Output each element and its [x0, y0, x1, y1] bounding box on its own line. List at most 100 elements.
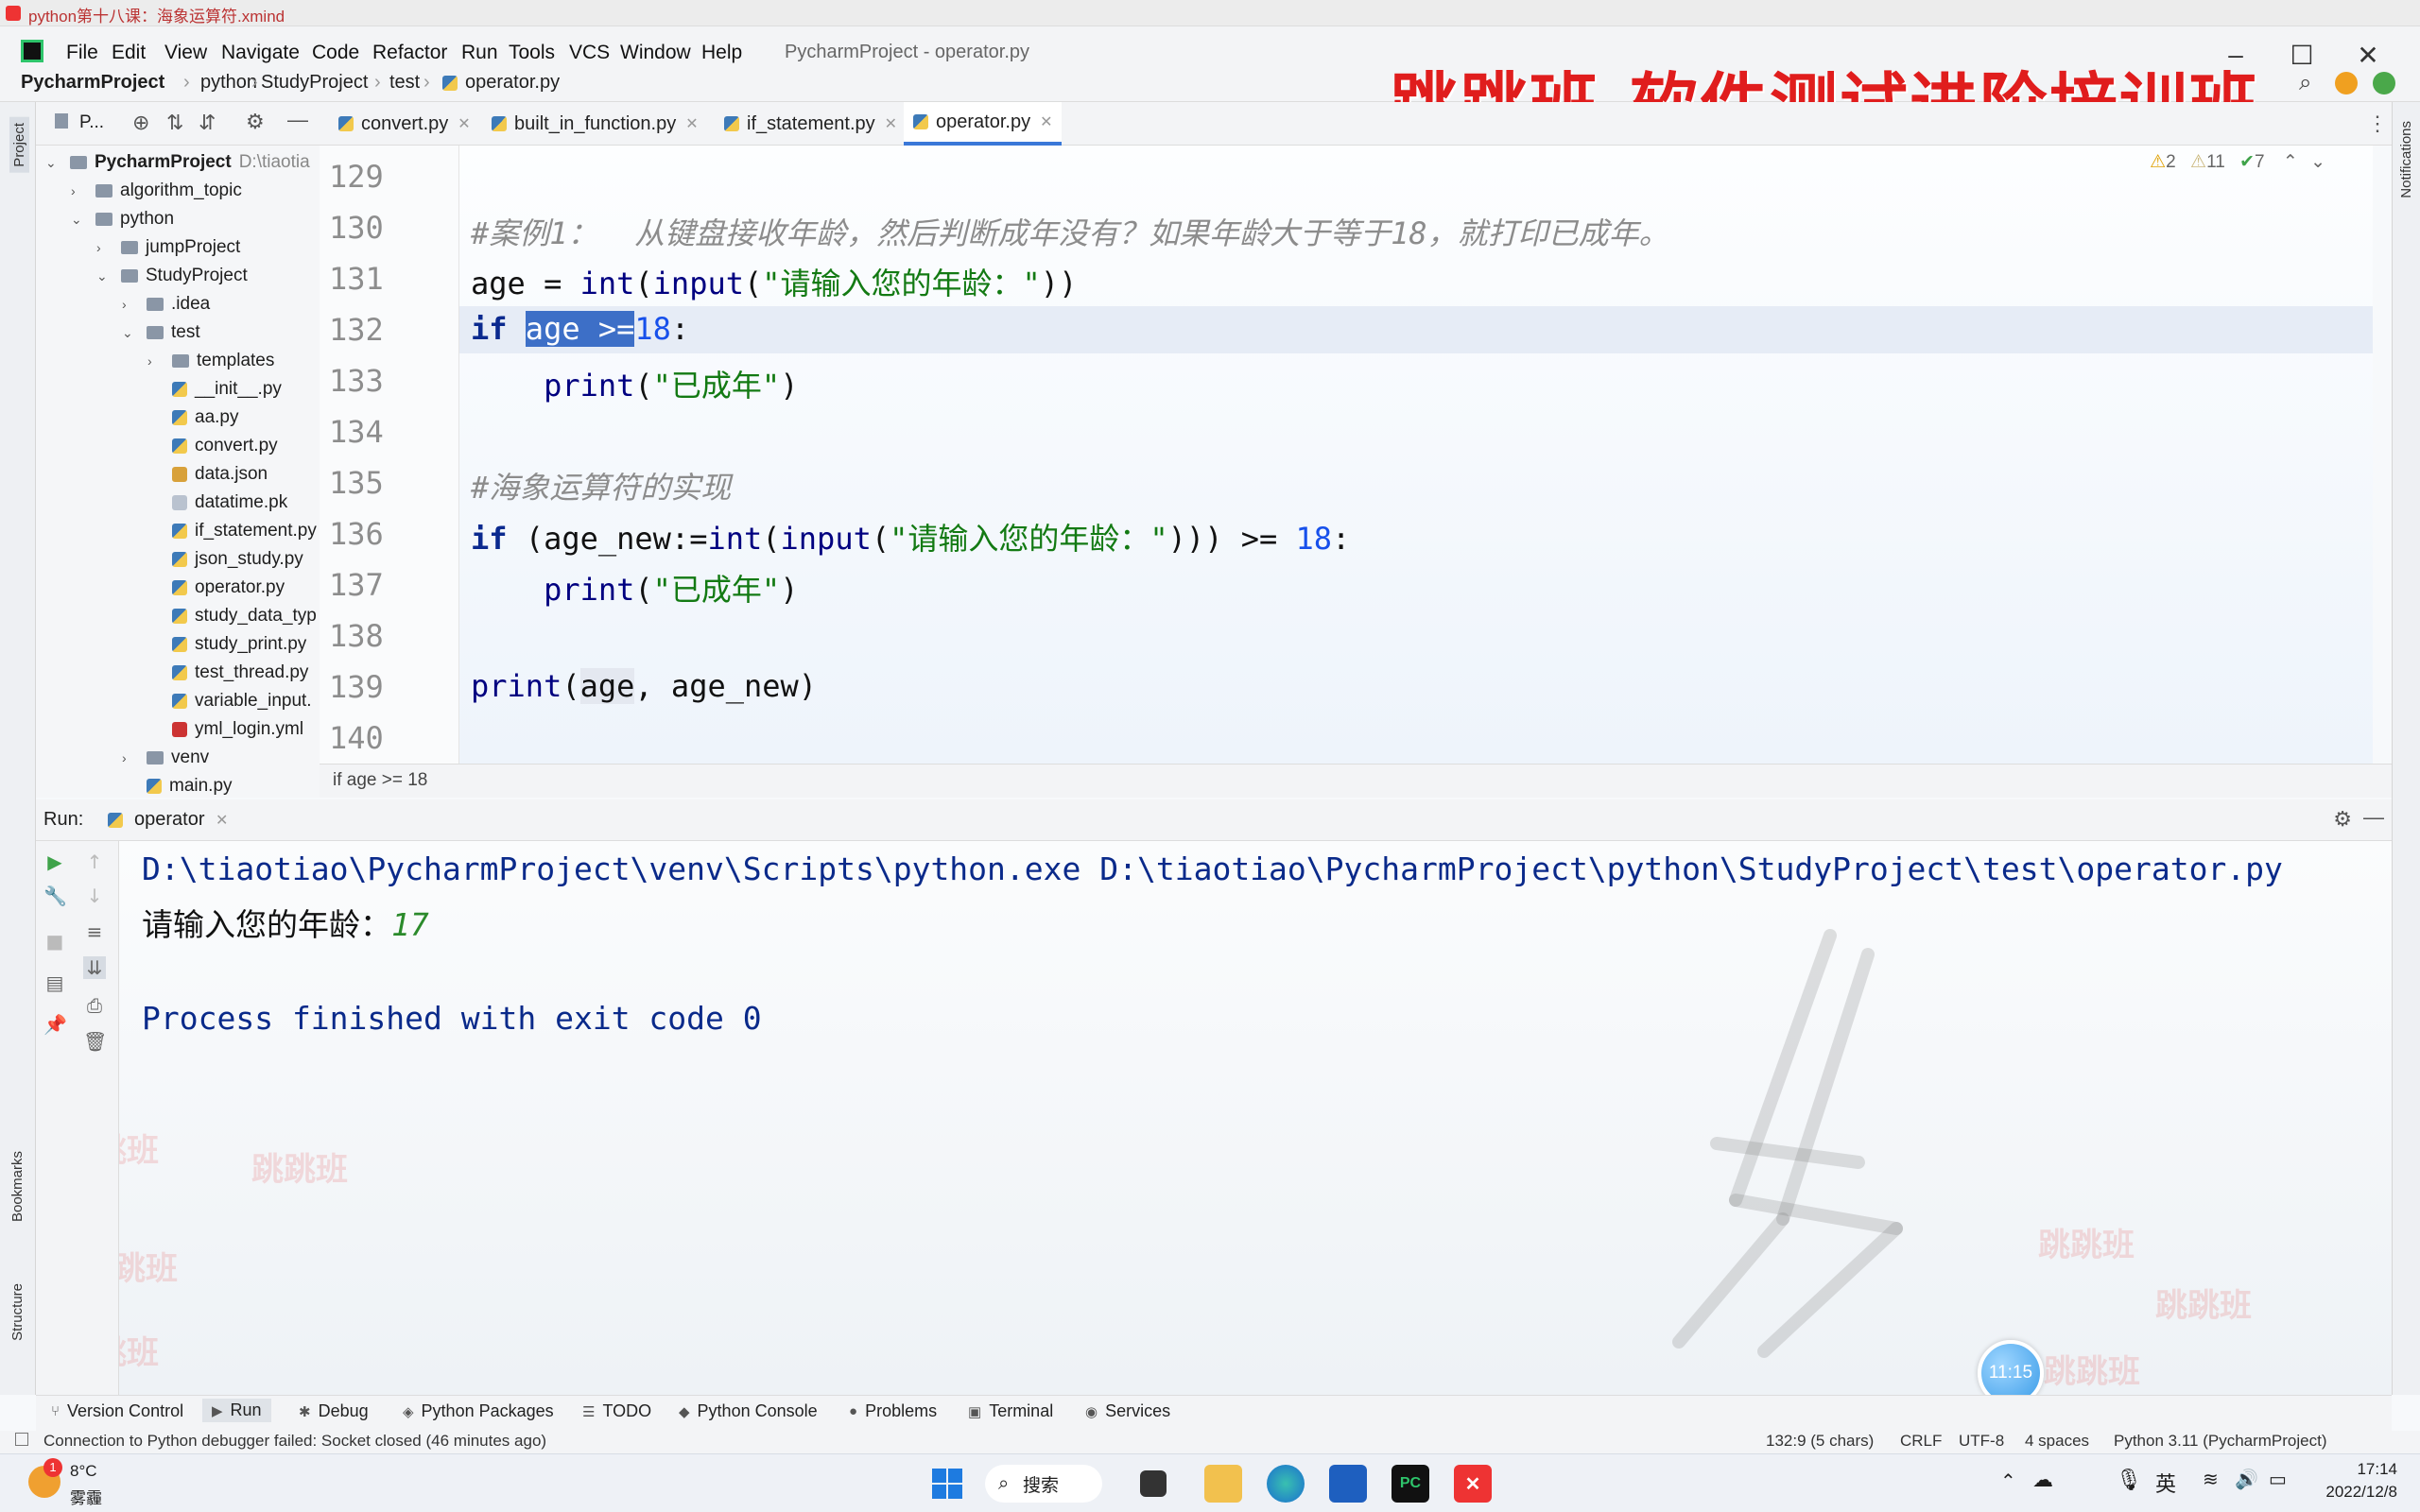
menu-navigate[interactable]: Navigate: [221, 42, 300, 64]
tab-version-control[interactable]: ⑂ Version Control: [51, 1401, 183, 1421]
tree-item[interactable]: study_print.py: [147, 630, 306, 659]
nav-crumb-studyproject[interactable]: StudyProject: [261, 72, 368, 94]
tab-todo[interactable]: ☰ TODO: [582, 1401, 651, 1421]
tab-services[interactable]: ◉ Services: [1085, 1401, 1170, 1421]
indent-setting[interactable]: 4 spaces: [2025, 1432, 2089, 1451]
chevron-down-icon[interactable]: ⌄: [2310, 152, 2325, 172]
chevron-right-icon[interactable]: ›: [122, 750, 135, 765]
store-icon[interactable]: [1329, 1465, 1367, 1503]
layout-icon[interactable]: ▤: [43, 971, 66, 994]
inspection-widget[interactable]: ⚠2 ⚠11 ✔7 ⌃ ⌄: [2150, 151, 2325, 173]
tree-item[interactable]: › .idea: [122, 290, 210, 318]
file-encoding[interactable]: UTF-8: [1959, 1432, 2004, 1451]
chevron-right-icon[interactable]: ›: [71, 183, 84, 198]
menu-vcs[interactable]: VCS: [569, 42, 610, 64]
notifications-tool-button[interactable]: Notifications: [2398, 121, 2414, 198]
more-tabs-icon[interactable]: ⋮: [2367, 112, 2388, 136]
taskbar-search[interactable]: ⌕ 搜索: [985, 1465, 1102, 1503]
tree-item[interactable]: ⌄ StudyProject: [96, 262, 248, 290]
menu-help[interactable]: Help: [701, 42, 742, 64]
line-separator[interactable]: CRLF: [1900, 1432, 1942, 1451]
tab-built-in-function[interactable]: built_in_function.py ✕: [482, 102, 708, 146]
chevron-right-icon[interactable]: ›: [122, 297, 135, 312]
tree-item[interactable]: data.json: [147, 460, 268, 489]
hide-panel-icon[interactable]: —: [287, 108, 308, 132]
structure-tool-button[interactable]: Structure: [9, 1283, 26, 1341]
pin-icon[interactable]: 📌: [43, 1013, 67, 1036]
menu-window[interactable]: Window: [620, 42, 691, 64]
trash-icon[interactable]: 🗑: [83, 1030, 107, 1053]
close-icon[interactable]: ✕: [458, 114, 470, 133]
tree-item[interactable]: datatime.pk: [147, 489, 287, 517]
tree-root[interactable]: ⌄ PycharmProject D:\tiaotia: [45, 148, 310, 177]
run-tab-operator[interactable]: operator: [134, 809, 205, 831]
tree-item[interactable]: test_thread.py: [147, 659, 308, 687]
chevron-down-icon[interactable]: ⌄: [122, 325, 135, 341]
wrench-icon[interactable]: 🔧: [43, 885, 67, 907]
wifi-icon[interactable]: ≋: [2203, 1468, 2219, 1491]
nav-crumb-file[interactable]: operator.py: [465, 72, 560, 94]
rerun-icon[interactable]: ▶: [43, 850, 66, 873]
menu-view[interactable]: View: [164, 42, 207, 64]
gear-icon[interactable]: ⚙: [2333, 807, 2352, 832]
tree-item[interactable]: aa.py: [147, 404, 238, 432]
tree-item[interactable]: study_data_typ: [147, 602, 317, 630]
update-icon[interactable]: [2335, 72, 2358, 94]
hide-panel-icon[interactable]: —: [2363, 805, 2384, 830]
tab-if-statement[interactable]: if_statement.py ✕: [715, 102, 907, 146]
project-view-selector[interactable]: P...: [79, 112, 104, 133]
file-explorer-icon[interactable]: [1204, 1465, 1242, 1503]
collapse-all-icon[interactable]: ⇵: [199, 111, 216, 135]
tab-debug[interactable]: ✱ Debug: [299, 1401, 369, 1421]
tab-python-packages[interactable]: ◈ Python Packages: [403, 1401, 554, 1421]
caret-position[interactable]: 132:9 (5 chars): [1766, 1432, 1874, 1451]
chevron-up-icon[interactable]: ⌃: [2000, 1469, 2016, 1493]
menu-run[interactable]: Run: [461, 42, 498, 64]
tree-item[interactable]: variable_input.: [147, 687, 312, 715]
plugin-icon[interactable]: [2373, 72, 2395, 94]
close-icon[interactable]: ✕: [1040, 112, 1052, 131]
microphone-icon[interactable]: 🎙: [2116, 1468, 2142, 1492]
tree-item[interactable]: › venv: [122, 744, 209, 772]
clock-time[interactable]: 17:14: [2331, 1460, 2397, 1479]
menu-file[interactable]: File: [66, 42, 98, 64]
cloud-icon[interactable]: ☁: [2032, 1468, 2053, 1492]
interpreter[interactable]: Python 3.11 (PycharmProject): [2114, 1432, 2327, 1451]
chevron-down-icon[interactable]: ⌄: [71, 212, 84, 228]
tab-convert[interactable]: convert.py ✕: [329, 102, 480, 146]
chevron-up-icon[interactable]: ⌃: [2283, 152, 2298, 172]
close-icon[interactable]: ✕: [216, 811, 228, 830]
code-editor[interactable]: ⚠2 ⚠11 ✔7 ⌃ ⌄ #案例1： 从键盘接收年龄，然后判断成年没有？如果年…: [459, 146, 2373, 764]
project-tool-button[interactable]: Project: [9, 117, 29, 173]
soft-wrap-icon[interactable]: ≡: [83, 920, 106, 943]
bookmarks-tool-button[interactable]: Bookmarks: [9, 1151, 26, 1222]
tree-item[interactable]: main.py: [122, 772, 233, 798]
xmind-taskbar-icon[interactable]: ✕: [1454, 1465, 1492, 1503]
tree-item[interactable]: › algorithm_topic: [71, 177, 242, 205]
menu-code[interactable]: Code: [312, 42, 359, 64]
windows-start-icon[interactable]: [928, 1465, 966, 1503]
arrow-down-icon[interactable]: ↓: [83, 885, 106, 907]
tab-terminal[interactable]: ▣ Terminal: [968, 1401, 1053, 1421]
task-view-icon[interactable]: [1140, 1470, 1167, 1497]
close-icon[interactable]: ✕: [685, 114, 698, 133]
menu-edit[interactable]: Edit: [112, 42, 146, 64]
tree-item[interactable]: json_study.py: [147, 545, 303, 574]
chevron-right-icon[interactable]: ›: [96, 240, 110, 255]
tab-run[interactable]: ▶ Run: [202, 1399, 271, 1422]
tree-item[interactable]: ⌄ test: [122, 318, 200, 347]
status-message[interactable]: Connection to Python debugger failed: So…: [43, 1432, 546, 1451]
scroll-to-end-icon[interactable]: ⇊: [83, 956, 106, 979]
gear-icon[interactable]: ⚙: [246, 110, 265, 134]
expand-all-icon[interactable]: ⇅: [166, 111, 183, 135]
clock-date[interactable]: 2022/12/8: [2307, 1483, 2397, 1502]
edge-browser-icon[interactable]: [1267, 1465, 1305, 1503]
arrow-up-icon[interactable]: ↑: [83, 850, 106, 873]
status-toggle-icon[interactable]: [15, 1433, 28, 1446]
tree-item[interactable]: operator.py: [147, 574, 285, 602]
run-console[interactable]: D:\tiaotiao\PycharmProject\venv\Scripts\…: [119, 841, 2392, 1395]
pycharm-taskbar-icon[interactable]: PC: [1392, 1465, 1429, 1503]
chevron-down-icon[interactable]: ⌄: [96, 268, 110, 284]
tree-item[interactable]: __init__.py: [147, 375, 282, 404]
code-breadcrumb[interactable]: if age >= 18: [320, 764, 2392, 798]
